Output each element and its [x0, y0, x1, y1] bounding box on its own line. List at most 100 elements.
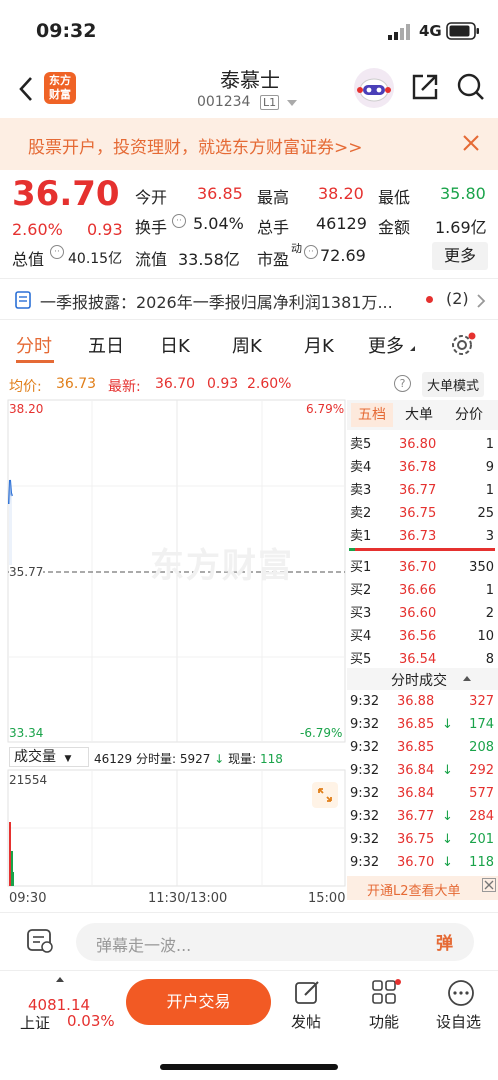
trade-volume: 327 [469, 694, 494, 709]
danmaku-input[interactable]: 弹幕走一波... 弹 [76, 923, 474, 961]
more-button[interactable]: 更多 [432, 242, 488, 270]
trade-row: 9:32 36.84 ↓ 292 [347, 759, 498, 782]
unread-dot [426, 296, 433, 303]
bid-volume: 350 [469, 560, 494, 575]
ask-volume: 3 [485, 529, 494, 544]
trade-volume: 118 [469, 855, 494, 870]
ask-volume: 9 [485, 460, 494, 475]
index-name[interactable]: 上证 [20, 1012, 50, 1033]
tab-intraday[interactable]: 分时 [16, 332, 52, 358]
ask-row: 卖4 36.78 9 [347, 456, 498, 479]
price-axis-low: 33.34 [9, 726, 44, 740]
trade-list: 9:32 36.88 327 9:32 36.85 ↓ 174 9:32 36.85 208 9:3… [347, 690, 498, 876]
pe-label: 市盈 [257, 250, 290, 269]
tab-big-orders[interactable]: 大单 [405, 403, 433, 427]
tab-five-levels[interactable]: 五档 [351, 403, 393, 427]
network-label: 4G [419, 22, 442, 40]
dropdown-triangle-icon [410, 346, 415, 351]
info-icon[interactable]: ·· [172, 214, 186, 228]
tab-five-day[interactable]: 五日 [88, 332, 124, 358]
trade-time: 9:32 [350, 855, 380, 870]
open-value: 36.85 [197, 184, 243, 203]
big-order-mode-button[interactable]: 大单模式 [422, 372, 485, 397]
news-text: 一季报披露：2026年一季报归属净利润1381万... [40, 293, 393, 312]
open-label: 今开 [135, 188, 168, 207]
intraday-chart[interactable]: 东方财富 38.20 6.79% 35.77 33.34 -6.79% 成交量 … [0, 398, 347, 910]
close-icon[interactable] [462, 134, 480, 157]
time-axis-end: 15:00 [308, 891, 346, 906]
trade-volume: 284 [469, 809, 494, 824]
trade-volume: 208 [469, 740, 494, 755]
expand-icon[interactable] [312, 782, 338, 808]
dropdown-caret-icon[interactable] [287, 100, 297, 106]
percent-axis-high: 6.79% [306, 402, 345, 416]
tab-month-k[interactable]: 月K [304, 332, 334, 358]
status-time: 09:32 [36, 20, 97, 42]
news-icon [14, 291, 32, 313]
robot-assistant-icon[interactable] [354, 68, 394, 108]
tab-more[interactable]: 更多 [368, 332, 404, 358]
trade-row: 9:32 36.75 ↓ 201 [347, 828, 498, 851]
latest-percent: 2.60% [247, 376, 292, 392]
bid-row: 买4 36.56 10 [347, 625, 498, 648]
pe-sup: 动 [291, 242, 302, 255]
volume-total: 46129 [94, 752, 133, 766]
tab-week-k[interactable]: 周K [232, 332, 262, 358]
post-label[interactable]: 发帖 [291, 1011, 321, 1032]
trade-direction: ↓ [442, 809, 453, 824]
float-cap-value: 33.58亿 [178, 250, 240, 269]
trade-direction: ↓ [442, 717, 453, 732]
trade-price: 36.85 [397, 717, 435, 732]
danmaku-toggle-icon[interactable] [26, 928, 54, 958]
open-account-trade-button[interactable]: 开户交易 [126, 979, 271, 1025]
ask-levels: 卖5 36.80 1 卖4 36.78 9 卖3 36.77 1 卖2 36.75 25 卖1 36.73… [347, 433, 498, 548]
search-icon[interactable] [456, 72, 486, 106]
back-arrow-icon[interactable] [16, 74, 36, 108]
ask-price: 36.73 [399, 529, 437, 544]
l2-promo-text: 开通L2查看大单 [367, 884, 461, 899]
info-icon[interactable]: ·· [304, 245, 318, 259]
more-options-icon[interactable] [447, 979, 475, 1011]
stock-code: 001234 [197, 94, 251, 110]
volume-selector[interactable]: 成交量 ▼ [9, 747, 89, 767]
tab-price-distribution[interactable]: 分价 [455, 403, 483, 427]
home-indicator [160, 1064, 338, 1070]
edit-post-icon[interactable] [294, 979, 322, 1011]
help-icon[interactable]: ? [394, 375, 411, 392]
danmaku-send-button[interactable]: 弹 [436, 929, 464, 955]
info-icon[interactable]: ·· [50, 245, 64, 259]
function-label[interactable]: 功能 [369, 1011, 399, 1032]
ask-label: 卖2 [350, 506, 372, 521]
share-icon[interactable] [410, 72, 440, 106]
news-ticker[interactable]: 一季报披露：2026年一季报归属净利润1381万... (2) [0, 278, 498, 320]
settings-gear-icon[interactable] [450, 332, 476, 362]
function-grid-icon[interactable] [371, 979, 401, 1011]
time-axis-mid: 11:30/13:00 [148, 891, 228, 906]
trade-row: 9:32 36.85 ↓ 174 [347, 713, 498, 736]
trade-row: 9:32 36.85 208 [347, 736, 498, 759]
turnover-value: 5.04% [193, 214, 244, 233]
close-icon[interactable] [482, 878, 496, 892]
active-tab-indicator [16, 360, 54, 363]
promo-banner[interactable]: 股票开户，投资理财，就选东方财富证券>> [0, 118, 498, 170]
trade-time: 9:32 [350, 694, 380, 709]
bid-price: 36.60 [399, 606, 437, 621]
latest-label: 最新: [108, 379, 141, 395]
tab-day-k[interactable]: 日K [160, 332, 190, 358]
l2-promo[interactable]: 开通L2查看大单 [347, 876, 498, 900]
caret-down-icon: ▼ [64, 754, 72, 764]
trade-price: 36.88 [397, 694, 435, 709]
add-watchlist-label[interactable]: 设自选 [436, 1011, 481, 1032]
ask-price: 36.80 [399, 437, 437, 452]
trade-time: 9:32 [350, 740, 380, 755]
trades-header[interactable]: 分时成交 [347, 668, 498, 690]
trade-row: 9:32 36.88 327 [347, 690, 498, 713]
ask-row: 卖3 36.77 1 [347, 479, 498, 502]
current-volume: 118 [260, 752, 283, 766]
index-change[interactable]: 0.03% [67, 1012, 115, 1030]
trade-time: 9:32 [350, 786, 380, 801]
volume-value: 46129 [316, 214, 367, 233]
high-label: 最高 [257, 188, 290, 207]
bid-price: 36.56 [399, 629, 437, 644]
volume-selector-label: 成交量 [14, 749, 56, 765]
